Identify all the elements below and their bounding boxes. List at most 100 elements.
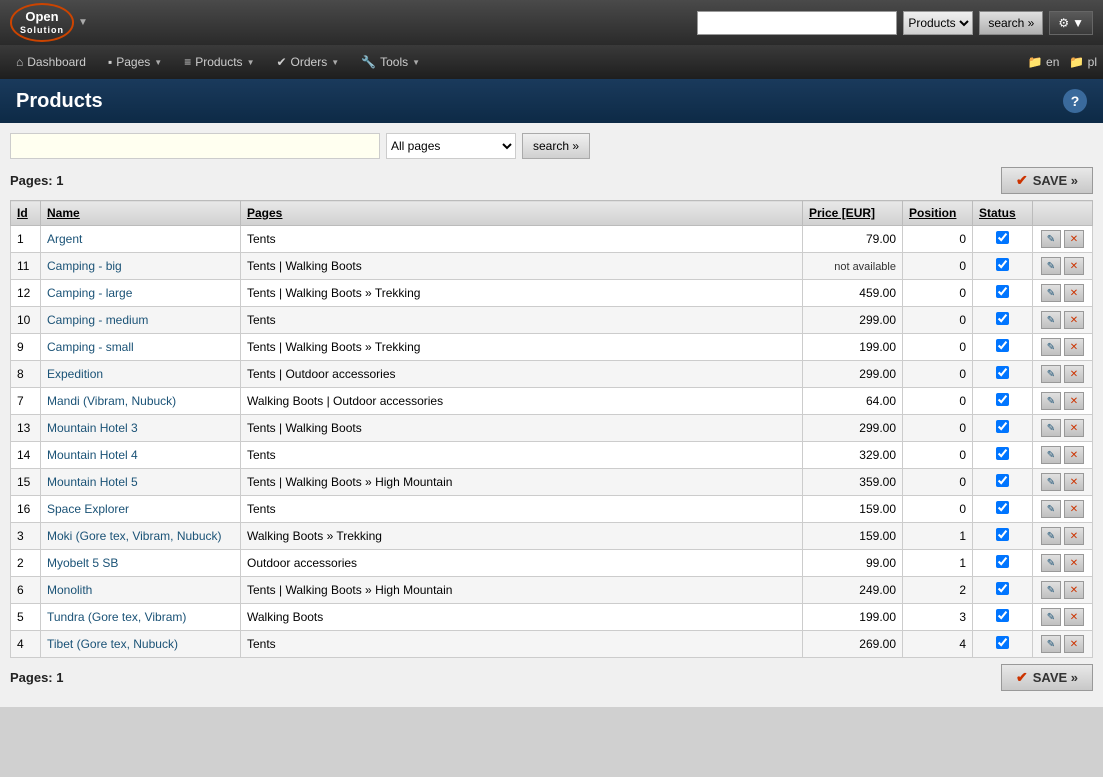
edit-icon[interactable]: ✎ bbox=[1041, 527, 1061, 545]
product-name-link[interactable]: Myobelt 5 SB bbox=[47, 556, 118, 570]
edit-icon[interactable]: ✎ bbox=[1041, 419, 1061, 437]
lang-pl-item[interactable]: 📁 pl bbox=[1069, 55, 1097, 69]
delete-icon[interactable]: ✕ bbox=[1064, 284, 1084, 302]
edit-icon[interactable]: ✎ bbox=[1041, 311, 1061, 329]
save-button-top[interactable]: ✔ SAVE » bbox=[1001, 167, 1093, 194]
cell-name: Camping - large bbox=[41, 280, 241, 307]
product-name-link[interactable]: Tundra (Gore tex, Vibram) bbox=[47, 610, 186, 624]
product-name-link[interactable]: Camping - large bbox=[47, 286, 132, 300]
status-checkbox[interactable] bbox=[996, 420, 1009, 433]
nav-item-pages[interactable]: ▪ Pages ▼ bbox=[98, 51, 172, 73]
edit-icon[interactable]: ✎ bbox=[1041, 284, 1061, 302]
status-checkbox[interactable] bbox=[996, 582, 1009, 595]
status-checkbox[interactable] bbox=[996, 609, 1009, 622]
status-checkbox[interactable] bbox=[996, 231, 1009, 244]
delete-icon[interactable]: ✕ bbox=[1064, 419, 1084, 437]
product-name-link[interactable]: Argent bbox=[47, 232, 82, 246]
status-checkbox[interactable] bbox=[996, 636, 1009, 649]
edit-icon[interactable]: ✎ bbox=[1041, 581, 1061, 599]
delete-icon[interactable]: ✕ bbox=[1064, 311, 1084, 329]
product-name-link[interactable]: Expedition bbox=[47, 367, 103, 381]
cell-pages: Tents bbox=[241, 496, 803, 523]
delete-icon[interactable]: ✕ bbox=[1064, 257, 1084, 275]
logo-line1: Open bbox=[20, 9, 64, 25]
edit-icon[interactable]: ✎ bbox=[1041, 257, 1061, 275]
edit-icon[interactable]: ✎ bbox=[1041, 230, 1061, 248]
product-name-link[interactable]: Mountain Hotel 4 bbox=[47, 448, 138, 462]
status-checkbox[interactable] bbox=[996, 528, 1009, 541]
product-name-link[interactable]: Moki (Gore tex, Vibram, Nubuck) bbox=[47, 529, 222, 543]
delete-icon[interactable]: ✕ bbox=[1064, 608, 1084, 626]
status-checkbox[interactable] bbox=[996, 501, 1009, 514]
product-name-link[interactable]: Mountain Hotel 3 bbox=[47, 421, 138, 435]
logo-dropdown-arrow[interactable]: ▼ bbox=[78, 17, 88, 28]
edit-icon[interactable]: ✎ bbox=[1041, 338, 1061, 356]
filter-search-input[interactable] bbox=[10, 133, 380, 159]
save-button-bottom[interactable]: ✔ SAVE » bbox=[1001, 664, 1093, 691]
nav-item-tools[interactable]: 🔧 Tools ▼ bbox=[351, 51, 430, 73]
cell-pages: Tents bbox=[241, 442, 803, 469]
filter-pages-select[interactable]: All pages bbox=[386, 133, 516, 159]
product-name-link[interactable]: Camping - big bbox=[47, 259, 122, 273]
edit-icon[interactable]: ✎ bbox=[1041, 500, 1061, 518]
status-checkbox[interactable] bbox=[996, 447, 1009, 460]
product-name-link[interactable]: Mountain Hotel 5 bbox=[47, 475, 138, 489]
search-input-top[interactable] bbox=[697, 11, 897, 35]
status-checkbox[interactable] bbox=[996, 474, 1009, 487]
help-button[interactable]: ? bbox=[1063, 89, 1087, 113]
delete-icon[interactable]: ✕ bbox=[1064, 635, 1084, 653]
delete-icon[interactable]: ✕ bbox=[1064, 446, 1084, 464]
delete-icon[interactable]: ✕ bbox=[1064, 581, 1084, 599]
col-header-pages[interactable]: Pages bbox=[241, 201, 803, 226]
col-header-id[interactable]: Id bbox=[11, 201, 41, 226]
delete-icon[interactable]: ✕ bbox=[1064, 500, 1084, 518]
status-checkbox[interactable] bbox=[996, 555, 1009, 568]
nav-item-orders[interactable]: ✔ Orders ▼ bbox=[266, 51, 349, 73]
product-name-link[interactable]: Mandi (Vibram, Nubuck) bbox=[47, 394, 176, 408]
col-header-name[interactable]: Name bbox=[41, 201, 241, 226]
delete-icon[interactable]: ✕ bbox=[1064, 365, 1084, 383]
product-name-link[interactable]: Tibet (Gore tex, Nubuck) bbox=[47, 637, 178, 651]
status-checkbox[interactable] bbox=[996, 312, 1009, 325]
delete-icon[interactable]: ✕ bbox=[1064, 338, 1084, 356]
cell-status bbox=[973, 631, 1033, 658]
edit-icon[interactable]: ✎ bbox=[1041, 446, 1061, 464]
edit-icon[interactable]: ✎ bbox=[1041, 392, 1061, 410]
logo[interactable]: Open Solution bbox=[10, 3, 74, 41]
edit-icon[interactable]: ✎ bbox=[1041, 473, 1061, 491]
product-name-link[interactable]: Camping - small bbox=[47, 340, 134, 354]
gear-button[interactable]: ⚙ ▼ bbox=[1049, 11, 1093, 35]
topbar-right: Products search » ⚙ ▼ bbox=[697, 11, 1093, 35]
status-checkbox[interactable] bbox=[996, 366, 1009, 379]
lang-en-item[interactable]: 📁 en bbox=[1028, 55, 1060, 69]
col-header-status[interactable]: Status bbox=[973, 201, 1033, 226]
cell-pages: Tents | Walking Boots » Trekking bbox=[241, 280, 803, 307]
status-checkbox[interactable] bbox=[996, 258, 1009, 271]
status-checkbox[interactable] bbox=[996, 393, 1009, 406]
col-header-position[interactable]: Position bbox=[903, 201, 973, 226]
product-name-link[interactable]: Monolith bbox=[47, 583, 92, 597]
delete-icon[interactable]: ✕ bbox=[1064, 392, 1084, 410]
edit-icon[interactable]: ✎ bbox=[1041, 608, 1061, 626]
filter-search-button[interactable]: search » bbox=[522, 133, 590, 159]
cell-price: 329.00 bbox=[803, 442, 903, 469]
search-button-top[interactable]: search » bbox=[979, 11, 1043, 35]
nav-item-dashboard[interactable]: ⌂ Dashboard bbox=[6, 51, 96, 73]
nav-item-products[interactable]: ≡ Products ▼ bbox=[174, 51, 264, 73]
delete-icon[interactable]: ✕ bbox=[1064, 473, 1084, 491]
status-checkbox[interactable] bbox=[996, 285, 1009, 298]
cell-id: 15 bbox=[11, 469, 41, 496]
edit-icon[interactable]: ✎ bbox=[1041, 365, 1061, 383]
product-name-link[interactable]: Space Explorer bbox=[47, 502, 129, 516]
nav-label-tools: Tools bbox=[380, 55, 408, 69]
edit-icon[interactable]: ✎ bbox=[1041, 635, 1061, 653]
delete-icon[interactable]: ✕ bbox=[1064, 230, 1084, 248]
pages-label-top: Pages: bbox=[10, 173, 53, 188]
search-category-select[interactable]: Products bbox=[903, 11, 973, 35]
delete-icon[interactable]: ✕ bbox=[1064, 527, 1084, 545]
status-checkbox[interactable] bbox=[996, 339, 1009, 352]
edit-icon[interactable]: ✎ bbox=[1041, 554, 1061, 572]
col-header-price[interactable]: Price [EUR] bbox=[803, 201, 903, 226]
delete-icon[interactable]: ✕ bbox=[1064, 554, 1084, 572]
product-name-link[interactable]: Camping - medium bbox=[47, 313, 148, 327]
